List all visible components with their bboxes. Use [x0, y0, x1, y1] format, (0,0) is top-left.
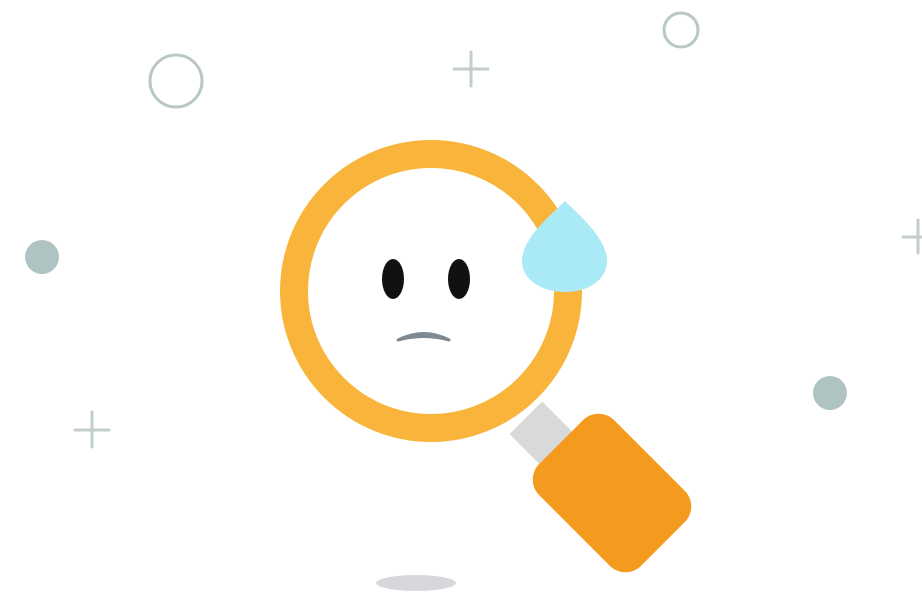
lens-ring [280, 140, 582, 442]
illustration-canvas [25, 11, 922, 591]
magnifying-glass-icon [280, 140, 692, 573]
decor-plus-right-edge [901, 218, 922, 255]
decor-plus-top [452, 50, 490, 88]
decor-ring-small [662, 11, 700, 49]
left-eye [382, 259, 404, 299]
decor-plus-left [73, 410, 111, 449]
empty-state-illustration [0, 0, 922, 593]
ground-shadow [376, 575, 456, 591]
decor-dot-left [25, 240, 59, 274]
decor-dot-right [813, 376, 847, 410]
right-eye [448, 259, 470, 299]
decor-ring-large [148, 53, 204, 109]
